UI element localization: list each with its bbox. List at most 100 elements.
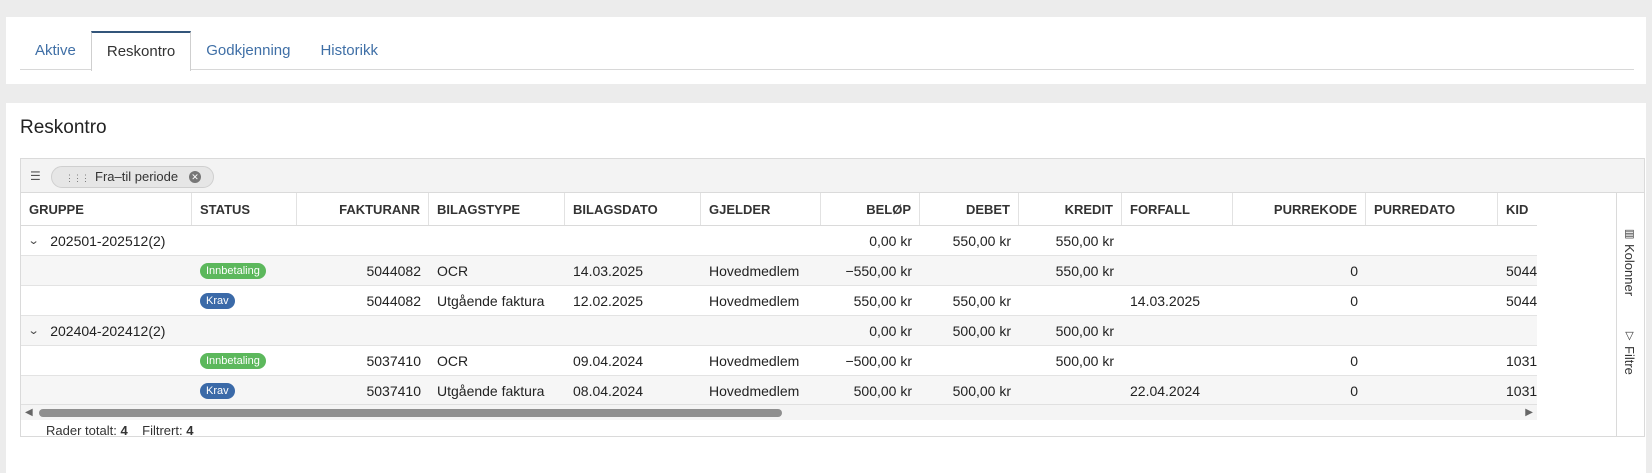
belop-cell: −500,00 kr: [845, 352, 912, 369]
side-tool-panel: ▤ Kolonner ▽ Filtre: [1616, 193, 1644, 436]
purredato-cell: [1366, 376, 1498, 405]
purrekode-cell: 0: [1350, 352, 1358, 369]
purrekode-cell: 0: [1350, 382, 1358, 399]
kredit-cell: [1019, 376, 1122, 405]
bilagsdato-cell: 08.04.2024: [573, 382, 644, 399]
table-row[interactable]: Krav 5037410 Utgående faktura 08.04.2024…: [21, 376, 1537, 406]
col-purredato[interactable]: PURREDATO: [1366, 193, 1498, 225]
col-kid[interactable]: KID: [1498, 193, 1537, 225]
col-bilagstype[interactable]: BILAGSTYPE: [429, 193, 565, 225]
columns-icon: ▤: [1623, 227, 1635, 240]
chevron-down-icon[interactable]: ⌄: [28, 234, 40, 247]
debet-cell: 500,00 kr: [952, 382, 1011, 399]
group-belop: 0,00 kr: [869, 232, 912, 249]
filtered-rows-label: Filtrert:: [142, 423, 183, 438]
forfall-cell: [1122, 256, 1233, 285]
group-name: 202501-202512: [50, 232, 149, 249]
belop-cell: −550,00 kr: [845, 262, 912, 279]
columns-tool-label: Kolonner: [1622, 244, 1637, 297]
filters-tool-button[interactable]: ▽ Filtre: [1622, 329, 1637, 375]
col-status[interactable]: STATUS: [192, 193, 297, 225]
table-row[interactable]: Krav 5044082 Utgående faktura 12.02.2025…: [21, 286, 1537, 316]
bilagstype-cell: Utgående faktura: [437, 292, 545, 309]
col-forfall[interactable]: FORFALL: [1122, 193, 1233, 225]
columns-tool-button[interactable]: ▤ Kolonner: [1622, 227, 1637, 296]
tab-historikk[interactable]: Historikk: [305, 31, 393, 70]
gjelder-cell: Hovedmedlem: [709, 352, 800, 369]
page-title: Reskontro: [20, 117, 107, 138]
filter-icon: ▽: [1623, 329, 1635, 342]
status-badge: Krav: [200, 382, 235, 399]
tab-aktive[interactable]: Aktive: [20, 31, 91, 70]
data-grid: ☰ ⋮⋮⋮ Fra–til periode ✕ GRUPPE STATUS FAK…: [20, 158, 1645, 437]
row-group-bar: ☰ ⋮⋮⋮ Fra–til periode ✕: [21, 159, 1644, 193]
group-label: ⌄ 202404-202412 (2): [21, 316, 221, 345]
purrekode-cell: 0: [1350, 262, 1358, 279]
group-debet: 550,00 kr: [952, 232, 1011, 249]
debet-cell: 550,00 kr: [952, 292, 1011, 309]
tab-reskontro[interactable]: Reskontro: [90, 31, 192, 71]
kid-cell: 1031: [1506, 352, 1537, 369]
fakturanr-cell: 5044082: [366, 262, 421, 279]
scroll-right-icon[interactable]: ▶: [1525, 407, 1533, 418]
group-chip-label: Fra–til periode: [95, 169, 179, 184]
col-purrekode[interactable]: PURREKODE: [1233, 193, 1366, 225]
remove-group-icon[interactable]: ✕: [189, 171, 201, 183]
col-belop[interactable]: BELØP: [821, 193, 920, 225]
col-gjelder[interactable]: GJELDER: [701, 193, 821, 225]
scroll-left-icon[interactable]: ◀: [25, 407, 33, 418]
gjelder-cell: Hovedmedlem: [709, 262, 800, 279]
purrekode-cell: 0: [1350, 292, 1358, 309]
bilagsdato-cell: 14.03.2025: [573, 262, 644, 279]
group-debet: 500,00 kr: [952, 322, 1011, 339]
tabs-panel: Aktive Reskontro Godkjenning Historikk: [6, 17, 1646, 84]
fakturanr-cell: 5037410: [366, 352, 421, 369]
kredit-cell: 500,00 kr: [1055, 352, 1114, 369]
belop-cell: 500,00 kr: [853, 382, 912, 399]
bilagstype-cell: OCR: [437, 352, 469, 369]
gjelder-cell: Hovedmedlem: [709, 382, 800, 399]
fakturanr-cell: 5037410: [366, 382, 421, 399]
col-gruppe[interactable]: GRUPPE: [21, 193, 192, 225]
group-name: 202404-202412: [50, 322, 149, 339]
bilagsdato-cell: 09.04.2024: [573, 352, 644, 369]
fakturanr-cell: 5044082: [366, 292, 421, 309]
status-cell: Krav: [192, 376, 297, 405]
group-label: ⌄ 202501-202512 (2): [21, 226, 221, 255]
total-rows-label: Rader totalt:: [46, 423, 117, 438]
group-row[interactable]: ⌄ 202404-202412 (2) 0,00 kr 500,00 kr 500,…: [21, 316, 1537, 346]
filtered-rows-value: 4: [186, 423, 194, 438]
kredit-cell: 550,00 kr: [1055, 262, 1114, 279]
table-row[interactable]: Innbetaling 5037410 OCR 09.04.2024 Hoved…: [21, 346, 1537, 376]
forfall-cell: 14.03.2025: [1130, 292, 1201, 309]
bilagstype-cell: OCR: [437, 262, 469, 279]
group-kredit: 550,00 kr: [1055, 232, 1114, 249]
tab-godkjenning[interactable]: Godkjenning: [191, 31, 305, 70]
kid-cell: 5044: [1506, 262, 1537, 279]
forfall-cell: 22.04.2024: [1130, 382, 1201, 399]
status-cell: Innbetaling: [192, 256, 297, 285]
col-kredit[interactable]: KREDIT: [1019, 193, 1122, 225]
table-row[interactable]: Innbetaling 5044082 OCR 14.03.2025 Hoved…: [21, 256, 1537, 286]
col-bilagsdato[interactable]: BILAGSDATO: [565, 193, 701, 225]
col-debet[interactable]: DEBET: [920, 193, 1019, 225]
col-fakturanr[interactable]: FAKTURANR: [297, 193, 429, 225]
scrollbar-thumb[interactable]: [39, 409, 782, 417]
total-rows-value: 4: [120, 423, 128, 438]
chevron-down-icon[interactable]: ⌄: [28, 324, 40, 337]
bilagstype-cell: Utgående faktura: [437, 382, 545, 399]
horizontal-scrollbar[interactable]: ◀ ▶: [21, 404, 1537, 420]
group-count: (2): [148, 232, 166, 249]
drag-handle-icon[interactable]: ⋮⋮⋮: [65, 173, 90, 183]
status-cell: Krav: [192, 286, 297, 315]
group-count: (2): [148, 322, 166, 339]
status-badge: Innbetaling: [200, 352, 266, 369]
forfall-cell: [1122, 346, 1233, 375]
group-row[interactable]: ⌄ 202501-202512 (2) 0,00 kr 550,00 kr 550,…: [21, 226, 1537, 256]
purredato-cell: [1366, 286, 1498, 315]
gjelder-cell: Hovedmedlem: [709, 292, 800, 309]
group-chip[interactable]: ⋮⋮⋮ Fra–til periode ✕: [51, 166, 214, 188]
debet-cell: [920, 346, 1019, 375]
list-icon: ☰: [30, 169, 41, 183]
kid-cell: 5044: [1506, 292, 1537, 309]
